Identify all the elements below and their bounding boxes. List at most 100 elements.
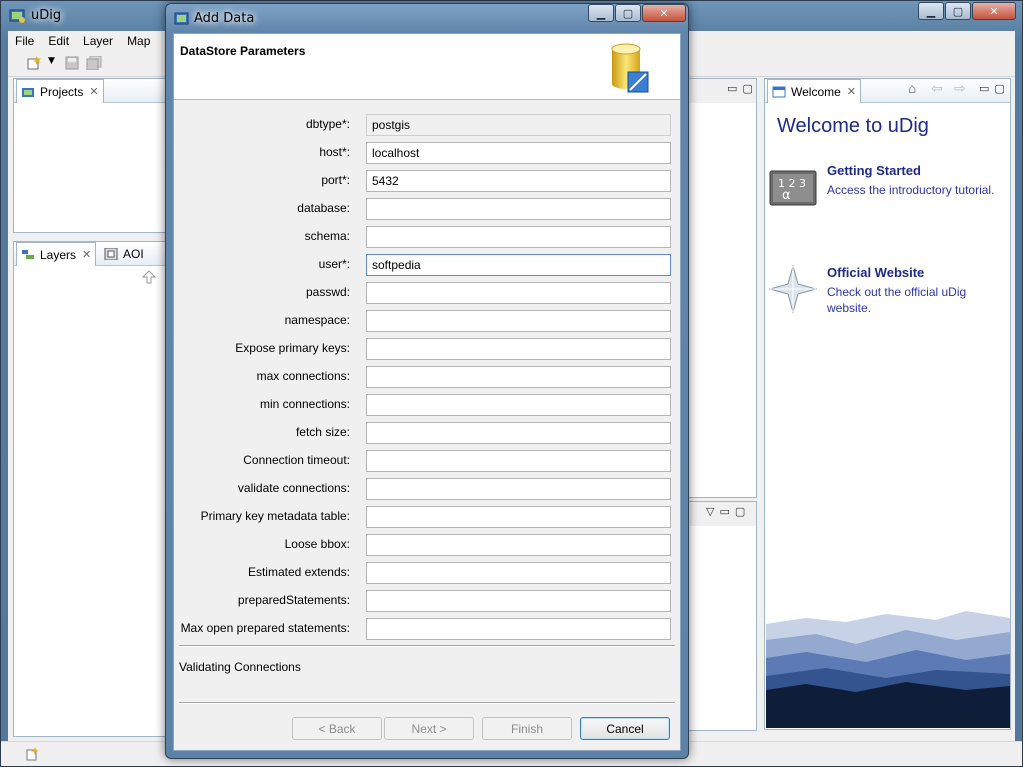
wizard-page-title: DataStore Parameters <box>180 44 306 58</box>
database-icon <box>611 43 649 93</box>
layers-view-tabs: Layers ✕ AOI <box>14 242 165 266</box>
connection-timeout-label: Connection timeout: <box>243 453 350 467</box>
fetch-size-input[interactable] <box>366 422 671 444</box>
dialog-window-controls: ▁ ▢ ✕ <box>587 4 686 22</box>
form-row-fetch-size: fetch size: <box>174 422 680 444</box>
close-icon[interactable]: ✕ <box>847 85 856 98</box>
welcome-item-getting-started[interactable]: 1 2 3 α Getting Started Access the intro… <box>769 163 1009 213</box>
getting-started-desc: Access the introductory tutorial. <box>827 183 995 197</box>
tab-layers[interactable]: Layers ✕ <box>16 242 97 266</box>
form-row-primary-key-metadata-table: Primary key metadata table: <box>174 506 680 528</box>
user-input[interactable] <box>366 254 671 276</box>
dialog-minimize-button[interactable]: ▁ <box>588 4 614 22</box>
form-row-expose-primary-keys: Expose primary keys: <box>174 338 680 360</box>
schema-input[interactable] <box>366 226 671 248</box>
passwd-label: passwd: <box>305 285 350 299</box>
primary-key-metadata-table-label: Primary key metadata table: <box>200 509 350 523</box>
form-row-schema: schema: <box>174 226 680 248</box>
map-view: ▭▢ <box>688 78 757 498</box>
new-icon[interactable] <box>26 56 42 70</box>
max-open-prepared-statements-label: Max open prepared statements: <box>180 621 350 635</box>
primary-key-metadata-table-input[interactable] <box>366 506 671 528</box>
form-row-namespace: namespace: <box>174 310 680 332</box>
dialog-title: Add Data <box>194 11 255 26</box>
tab-aoi[interactable]: AOI <box>100 242 148 266</box>
host-input[interactable] <box>366 142 671 164</box>
maximize-button[interactable]: ▢ <box>945 2 971 20</box>
menu-layer[interactable]: Layer <box>83 34 113 48</box>
view-minmax-icons[interactable]: ▭▢ <box>727 82 758 95</box>
close-icon[interactable]: ✕ <box>82 248 91 261</box>
up-arrow-icon[interactable] <box>142 270 156 284</box>
form-row-estimated-extends: Estimated extends: <box>174 562 680 584</box>
forward-arrow-icon[interactable]: ⇨ <box>954 81 966 97</box>
connection-timeout-input[interactable] <box>366 450 671 472</box>
save-icon[interactable] <box>64 56 80 70</box>
namespace-input[interactable] <box>366 310 671 332</box>
tab-welcome[interactable]: Welcome ✕ <box>767 79 862 103</box>
form-row-passwd: passwd: <box>174 282 680 304</box>
view-minmax-icons[interactable]: ▭▢ <box>979 82 1010 95</box>
menu-edit[interactable]: Edit <box>48 34 69 48</box>
projects-view: Projects ✕ <box>13 78 166 233</box>
database-label: database: <box>297 201 350 215</box>
min-connections-label: min connections: <box>259 397 350 411</box>
tab-layers-label: Layers <box>40 247 77 262</box>
welcome-item-official-website[interactable]: Official Website Check out the official … <box>769 265 1009 317</box>
getting-started-link[interactable]: Getting Started <box>827 163 921 178</box>
layers-icon <box>22 249 34 259</box>
validate-connections-label: validate connections: <box>237 481 350 495</box>
layers-view: Layers ✕ AOI <box>13 241 166 737</box>
port-input[interactable] <box>366 170 671 192</box>
validate-connections-input[interactable] <box>366 478 671 500</box>
tab-projects[interactable]: Projects ✕ <box>16 79 104 103</box>
projects-view-tabs: Projects ✕ <box>14 79 165 103</box>
udig-app-icon <box>9 9 25 23</box>
dialog-body: DataStore Parameters dbtype*: host*: port*… <box>173 33 681 751</box>
welcome-heading: Welcome to uDig <box>777 115 929 137</box>
max-connections-input[interactable] <box>366 366 671 388</box>
menu-file[interactable]: File <box>15 34 34 48</box>
dialog-close-button[interactable]: ✕ <box>642 4 686 22</box>
projects-icon <box>22 87 34 97</box>
view-menu-icons[interactable]: ▽▭▢ <box>706 505 750 518</box>
back-button[interactable]: < Back <box>292 717 382 740</box>
tab-aoi-label: AOI <box>123 247 144 261</box>
next-button[interactable]: Next > <box>384 717 474 740</box>
official-website-desc: Check out the official uDig website. <box>827 285 967 315</box>
passwd-input[interactable] <box>366 282 671 304</box>
close-icon[interactable]: ✕ <box>89 85 98 98</box>
expose-primary-keys-input[interactable] <box>366 338 671 360</box>
wizard-header: DataStore Parameters <box>174 34 680 100</box>
dbtype-input[interactable] <box>366 114 671 136</box>
status-separator <box>179 645 675 647</box>
expose-primary-keys-label: Expose primary keys: <box>235 341 350 355</box>
back-arrow-icon[interactable]: ⇦ <box>931 81 943 97</box>
fast-view-icon[interactable] <box>26 747 40 761</box>
max-open-prepared-statements-input[interactable] <box>366 618 671 640</box>
menu-map[interactable]: Map <box>127 34 150 48</box>
form-row-user: user*: <box>174 254 680 276</box>
estimated-extends-input[interactable] <box>366 562 671 584</box>
cancel-button[interactable]: Cancel <box>580 717 670 740</box>
official-website-link[interactable]: Official Website <box>827 265 924 280</box>
aoi-icon <box>104 248 118 260</box>
database-input[interactable] <box>366 198 671 220</box>
preparedstatements-input[interactable] <box>366 590 671 612</box>
dialog-maximize-button[interactable]: ▢ <box>615 4 641 22</box>
svg-text:α: α <box>782 188 791 203</box>
minimize-button[interactable]: ▁ <box>918 2 944 20</box>
home-icon[interactable]: ⌂ <box>908 82 916 97</box>
loose-bbox-label: Loose bbox: <box>284 537 350 551</box>
namespace-label: namespace: <box>284 313 350 327</box>
min-connections-input[interactable] <box>366 394 671 416</box>
form-row-dbtype: dbtype*: <box>174 114 680 136</box>
mountains-graphic <box>766 610 1010 728</box>
chevron-down-icon[interactable]: ▼ <box>48 56 55 66</box>
finish-button[interactable]: Finish <box>482 717 572 740</box>
close-button[interactable]: ✕ <box>972 2 1016 20</box>
host-label: host*: <box>319 145 350 159</box>
form-row-port: port*: <box>174 170 680 192</box>
loose-bbox-input[interactable] <box>366 534 671 556</box>
save-all-icon[interactable] <box>86 56 102 70</box>
